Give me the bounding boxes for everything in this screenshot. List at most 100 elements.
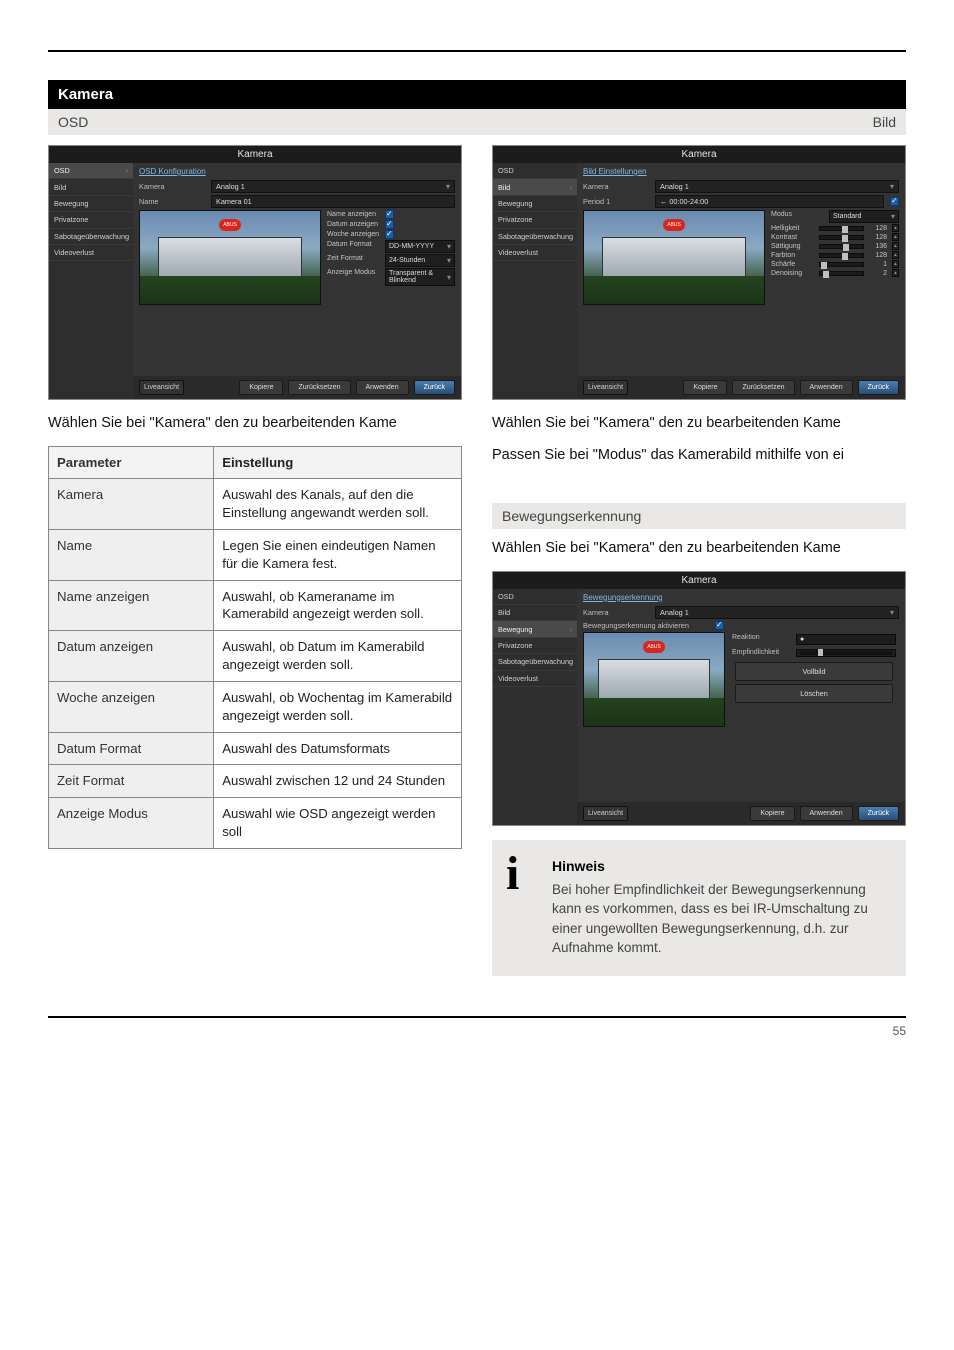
note-box: i Hinweis Bei hoher Empfindlichkeit der … [492, 840, 906, 976]
empfindlichkeit-slider[interactable] [796, 649, 896, 657]
vollbild-button[interactable]: Vollbild [735, 662, 893, 681]
section-title: Kamera [58, 86, 258, 103]
camera-preview[interactable]: ABUS [583, 632, 725, 727]
sidebar-item-bewegung[interactable]: Bewegung [49, 196, 133, 212]
zuruecksetzen-button[interactable]: Zurücksetzen [288, 380, 350, 395]
section-sub-label: OSD [58, 114, 258, 130]
sidebar-item-bewegung[interactable]: Bewegung [493, 621, 577, 637]
zuruecksetzen-button[interactable]: Zurücksetzen [732, 380, 794, 395]
period-check[interactable] [890, 197, 899, 206]
sidebar-item-privatzone[interactable]: Privatzone [493, 638, 577, 654]
sidebar-item-sabotage[interactable]: Sabotageüberwachung [493, 229, 577, 245]
zurueck-button[interactable]: Zurück [858, 806, 899, 821]
kamera-select[interactable]: Analog 1 [655, 606, 899, 619]
screenshot-osd: Kamera OSD Bild Bewegung Privatzone Sabo… [48, 145, 462, 400]
kamera-label: Kamera [139, 182, 211, 191]
kopiere-button[interactable]: Kopiere [239, 380, 283, 395]
period-input[interactable]: ← 00:00-24:00 [655, 195, 884, 208]
sidebar-item-osd[interactable]: OSD [49, 163, 133, 179]
sidebar-item-bild[interactable]: Bild [493, 179, 577, 195]
zurueck-button[interactable]: Zurück [858, 380, 899, 395]
spin-icon[interactable]: ▴ [892, 269, 899, 277]
slider-farbton[interactable] [819, 253, 864, 258]
spin-icon[interactable]: ▴ [892, 242, 899, 250]
liveansicht-button[interactable]: Liveansicht [139, 380, 184, 395]
table-row: Anzeige ModusAuswahl wie OSD angezeigt w… [49, 798, 462, 849]
screenshot-bewegung: Kamera OSD Bild Bewegung Privatzone Sabo… [492, 571, 906, 826]
abus-badge: ABUS [643, 641, 665, 653]
panel-header-3: Bewegungserkennung [577, 589, 905, 606]
modus-select[interactable]: Standard [829, 210, 899, 223]
enable-motion-check[interactable] [715, 621, 724, 630]
spin-icon[interactable]: ▴ [892, 233, 899, 241]
slider-saettigung[interactable] [819, 244, 864, 249]
slider-kontrast[interactable] [819, 235, 864, 240]
table-row: Datum FormatAuswahl des Datumsformats [49, 732, 462, 765]
sidebar-item-videoverlust[interactable]: Videoverlust [493, 671, 577, 687]
camera-preview: ABUS [583, 210, 765, 305]
table-row: KameraAuswahl des Kanals, auf den die Ei… [49, 479, 462, 530]
anwenden-button[interactable]: Anwenden [356, 380, 409, 395]
sidebar-item-sabotage[interactable]: Sabotageüberwachung [49, 229, 133, 245]
sidebar-item-bild[interactable]: Bild [493, 605, 577, 621]
kopiere-button[interactable]: Kopiere [683, 380, 727, 395]
sidebar-item-privatzone[interactable]: Privatzone [49, 212, 133, 228]
sidebar-item-privatzone[interactable]: Privatzone [493, 212, 577, 228]
spin-icon[interactable]: ▴ [892, 224, 899, 232]
sidebar-item-bewegung[interactable]: Bewegung [493, 196, 577, 212]
note-heading: Hinweis [552, 858, 892, 874]
info-icon: i [506, 846, 519, 901]
liveansicht-button[interactable]: Liveansicht [583, 806, 628, 821]
name-input[interactable]: Kamera 01 [211, 195, 455, 208]
table-row: Zeit FormatAuswahl zwischen 12 und 24 St… [49, 765, 462, 798]
abus-badge: ABUS [219, 219, 241, 231]
anzeige-modus-select[interactable]: Transparent & Blinkend [385, 268, 455, 286]
reaktion-value[interactable]: ● [796, 634, 896, 645]
check-name-anzeigen[interactable] [385, 210, 394, 219]
caption-left: Wählen Sie bei "Kamera" den zu bearbeite… [48, 414, 462, 434]
section-bar: Kamera [48, 80, 906, 109]
caption-right-1: Wählen Sie bei "Kamera" den zu bearbeite… [492, 414, 906, 434]
kopiere-button[interactable]: Kopiere [750, 806, 794, 821]
section-sub-bewegung: Bewegungserkennung [492, 503, 906, 529]
shot-sidebar: OSD Bild Bewegung Privatzone Sabotageübe… [49, 163, 133, 399]
table-row: Name anzeigenAuswahl, ob Kameraname im K… [49, 580, 462, 631]
sidebar-item-bild[interactable]: Bild [49, 179, 133, 195]
slider-schaerfe[interactable] [819, 262, 864, 267]
caption-motion: Wählen Sie bei "Kamera" den zu bearbeite… [492, 539, 906, 559]
sidebar-item-osd[interactable]: OSD [493, 163, 577, 179]
sidebar-item-videoverlust[interactable]: Videoverlust [493, 245, 577, 261]
check-datum-anzeigen[interactable] [385, 220, 394, 229]
section-sub: OSD Bild [48, 109, 906, 135]
sidebar-item-osd[interactable]: OSD [493, 589, 577, 605]
page-footer: 55 [48, 1016, 906, 1038]
abus-badge: ABUS [663, 219, 685, 231]
shot-sidebar-2: OSD Bild Bewegung Privatzone Sabotageübe… [493, 163, 577, 399]
kamera-select[interactable]: Analog 1 [211, 180, 455, 193]
spin-icon[interactable]: ▴ [892, 251, 899, 259]
check-woche-anzeigen[interactable] [385, 230, 394, 239]
anwenden-button[interactable]: Anwenden [800, 806, 853, 821]
anwenden-button[interactable]: Anwenden [800, 380, 853, 395]
shot-titlebar: Kamera [49, 146, 461, 163]
panel-header-2: Bild Einstellungen [577, 163, 905, 180]
shot-titlebar-2: Kamera [493, 146, 905, 163]
zeit-format-select[interactable]: 24-Stunden [385, 254, 455, 267]
camera-preview: ABUS [139, 210, 321, 305]
loeschen-button[interactable]: Löschen [735, 684, 893, 703]
slider-helligkeit[interactable] [819, 226, 864, 231]
shot-titlebar-3: Kamera [493, 572, 905, 589]
kamera-select[interactable]: Analog 1 [655, 180, 899, 193]
table-row: Datum anzeigenAuswahl, ob Datum im Kamer… [49, 631, 462, 682]
slider-denoising[interactable] [819, 271, 864, 276]
liveansicht-button[interactable]: Liveansicht [583, 380, 628, 395]
name-label: Name [139, 197, 211, 206]
screenshot-bild: Kamera OSD Bild Bewegung Privatzone Sabo… [492, 145, 906, 400]
zurueck-button[interactable]: Zurück [414, 380, 455, 395]
sidebar-item-sabotage[interactable]: Sabotageüberwachung [493, 654, 577, 670]
section-sub-right: Bild [873, 114, 896, 130]
sidebar-item-videoverlust[interactable]: Videoverlust [49, 245, 133, 261]
spin-icon[interactable]: ▴ [892, 260, 899, 268]
table-head: ParameterEinstellung [49, 446, 462, 479]
datum-format-select[interactable]: DD-MM-YYYY [385, 240, 455, 253]
